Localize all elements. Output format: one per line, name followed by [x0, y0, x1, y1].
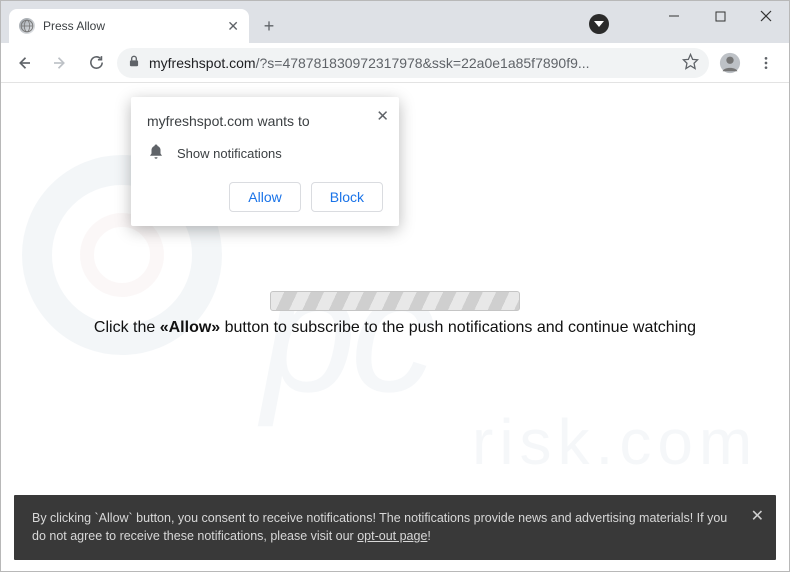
back-button[interactable]: [9, 48, 39, 78]
dialog-title: myfreshspot.com wants to: [147, 113, 383, 129]
dialog-title-suffix: wants to: [254, 113, 310, 129]
bell-icon: [147, 143, 165, 164]
allow-button[interactable]: Allow: [229, 182, 300, 212]
window-minimize-button[interactable]: [651, 1, 697, 31]
dialog-close-icon[interactable]: ✕: [376, 107, 389, 125]
tab-close-icon[interactable]: ✕: [227, 18, 239, 35]
url-text: myfreshspot.com/?s=478781830972317978&ss…: [149, 55, 674, 71]
new-tab-button[interactable]: +: [255, 12, 283, 40]
consent-close-icon[interactable]: ✕: [751, 505, 764, 529]
reload-button[interactable]: [81, 48, 111, 78]
url-path: /?s=478781830972317978&ssk=22a0e1a85f789…: [256, 55, 590, 71]
profile-avatar-icon[interactable]: [715, 48, 745, 78]
instruction-strong: «Allow»: [160, 319, 220, 336]
dialog-origin: myfreshspot.com: [147, 113, 254, 129]
instruction-text: Click the «Allow» button to subscribe to…: [2, 319, 788, 337]
watermark-sub: risk.com: [472, 405, 758, 479]
browser-tab[interactable]: Press Allow ✕: [9, 9, 249, 43]
window-maximize-button[interactable]: [697, 1, 743, 31]
star-icon[interactable]: [682, 53, 699, 73]
instruction-post: button to subscribe to the push notifica…: [220, 319, 696, 336]
block-button[interactable]: Block: [311, 182, 383, 212]
permission-line: Show notifications: [177, 146, 282, 161]
tab-title: Press Allow: [43, 19, 219, 33]
profile-dropdown-icon[interactable]: [589, 14, 609, 34]
instruction-pre: Click the: [94, 319, 160, 336]
notification-permission-dialog: ✕ myfreshspot.com wants to Show notifica…: [131, 97, 399, 226]
footer-line1: By clicking `Allow` button, you consent …: [32, 511, 575, 525]
kebab-menu-icon[interactable]: [751, 48, 781, 78]
consent-bar: By clicking `Allow` button, you consent …: [14, 495, 776, 561]
address-bar[interactable]: myfreshspot.com/?s=478781830972317978&ss…: [117, 48, 709, 78]
window-close-button[interactable]: [743, 1, 789, 31]
url-host: myfreshspot.com: [149, 55, 256, 71]
browser-toolbar: myfreshspot.com/?s=478781830972317978&ss…: [1, 43, 789, 83]
progress-bar: [270, 291, 520, 311]
forward-button[interactable]: [45, 48, 75, 78]
globe-icon: [19, 18, 35, 34]
opt-out-link[interactable]: opt-out page: [357, 529, 427, 543]
lock-icon: [127, 54, 141, 71]
footer-line2-post: !: [427, 529, 430, 543]
